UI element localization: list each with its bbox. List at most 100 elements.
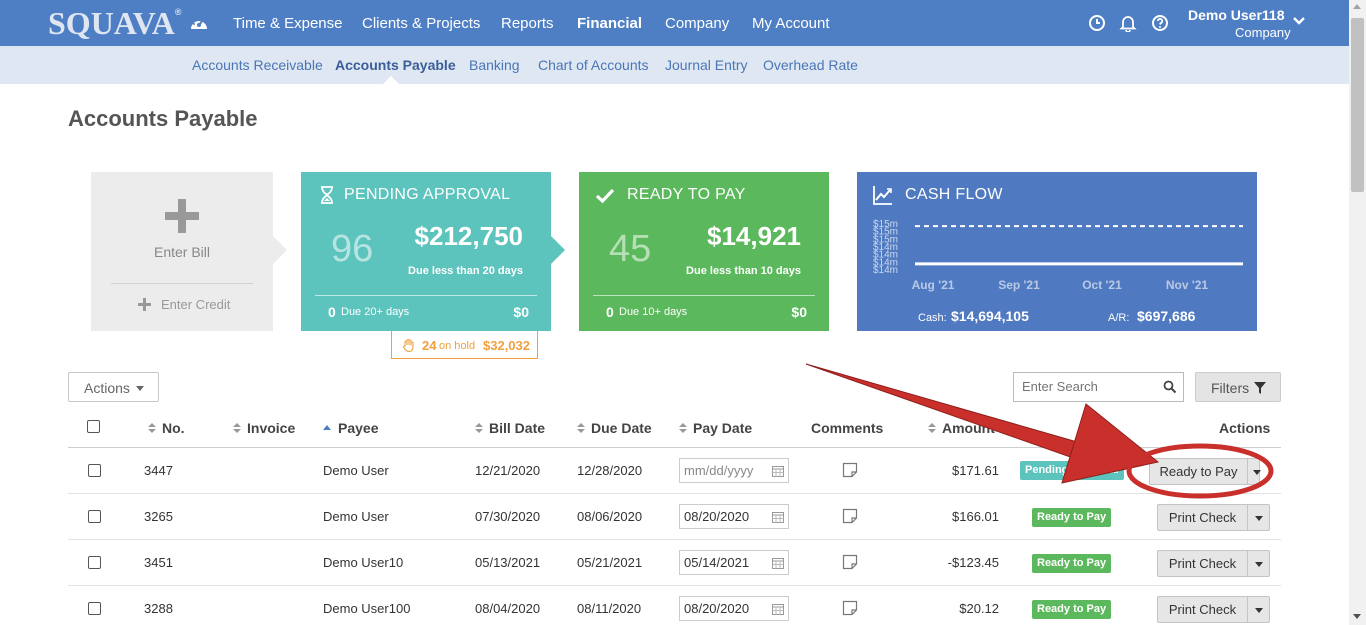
print-check-button[interactable]: Print Check [1157, 596, 1270, 623]
caret-down-icon[interactable] [1255, 516, 1263, 521]
nav-financial[interactable]: Financial [577, 15, 642, 32]
table-row[interactable]: 3447 Demo User 12/21/2020 12/28/2020 mm/… [68, 448, 1281, 494]
calendar-icon[interactable] [772, 511, 784, 523]
help-icon[interactable] [1151, 14, 1169, 32]
sort-icon [233, 423, 241, 434]
column-header-due-date[interactable]: Due Date [577, 420, 652, 436]
action-label: Ready to Pay [1159, 464, 1238, 479]
caret-down-icon[interactable] [1255, 562, 1263, 567]
pay-date-input[interactable]: 05/14/2021 [679, 550, 789, 575]
calendar-icon[interactable] [772, 557, 784, 569]
subnav-accounts-receivable[interactable]: Accounts Receivable [192, 57, 323, 73]
ready-to-pay-button[interactable]: Ready to Pay [1149, 458, 1261, 485]
pending-divider [315, 295, 537, 296]
enter-bill-pointer [273, 236, 287, 264]
print-check-button[interactable]: Print Check [1157, 550, 1270, 577]
column-header-bill-date[interactable]: Bill Date [475, 420, 545, 436]
row-checkbox[interactable] [88, 556, 101, 569]
nav-reports[interactable]: Reports [501, 15, 554, 32]
enter-credit-link[interactable]: Enter Credit [161, 297, 230, 312]
nav-my-account[interactable]: My Account [752, 15, 830, 32]
page-scrollbar[interactable] [1349, 0, 1366, 625]
ready-title: READY TO PAY [627, 186, 746, 203]
comment-note-icon[interactable] [842, 600, 858, 616]
enter-bill-label[interactable]: Enter Bill [91, 244, 273, 260]
enter-bill-card[interactable]: Enter Bill Enter Credit [91, 172, 273, 331]
calendar-icon[interactable] [772, 603, 784, 615]
column-header-no[interactable]: No. [148, 420, 185, 436]
status-badge: Pending Approval [1020, 461, 1124, 480]
speedometer-icon[interactable] [189, 14, 209, 32]
on-hold-tab[interactable]: 24 on hold $32,032 [391, 331, 538, 359]
subnav-overhead-rate[interactable]: Overhead Rate [763, 57, 858, 73]
comment-note-icon[interactable] [842, 508, 858, 524]
column-label-invoice: Invoice [247, 420, 296, 436]
calendar-icon[interactable] [772, 465, 784, 477]
subnav-banking[interactable]: Banking [469, 57, 520, 73]
column-header-payee[interactable]: Payee [323, 420, 378, 436]
action-label: Print Check [1168, 510, 1237, 525]
subnav-journal-entry[interactable]: Journal Entry [665, 57, 747, 73]
nav-time-expense[interactable]: Time & Expense [233, 15, 343, 32]
column-header-invoice[interactable]: Invoice [233, 420, 295, 436]
pay-date-value: 05/14/2021 [684, 555, 750, 570]
user-company[interactable]: Company [1235, 25, 1291, 40]
scroll-up-arrow-icon[interactable] [1353, 4, 1361, 9]
search-input[interactable] [1022, 379, 1162, 394]
row-checkbox[interactable] [88, 510, 101, 523]
cell-due-date: 08/06/2020 [577, 509, 643, 524]
cash-flow-title: CASH FLOW [905, 186, 1003, 203]
column-label-payee: Payee [338, 420, 379, 436]
column-header-pay-date[interactable]: Pay Date [679, 420, 752, 436]
ready-to-pay-card[interactable]: READY TO PAY 45 $14,921 Due less than 10… [579, 172, 829, 331]
hourglass-icon [321, 186, 333, 204]
split-divider [1247, 597, 1248, 622]
column-label-bill-date: Bill Date [489, 420, 546, 436]
sort-icon [679, 423, 687, 434]
cash-flow-card[interactable]: CASH FLOW $15m $15m $15m $14m $14m $14m $14m Au… [857, 172, 1257, 331]
row-checkbox[interactable] [88, 602, 101, 615]
top-nav-bar: SQUAVA® Time & Expense Clients & Project… [0, 0, 1349, 46]
actions-dropdown-button[interactable]: Actions [68, 372, 159, 402]
column-header-amount[interactable]: Amount [928, 420, 995, 436]
cell-no: 3451 [144, 555, 173, 570]
scroll-thumb[interactable] [1351, 18, 1364, 192]
print-check-button[interactable]: Print Check [1157, 504, 1270, 531]
user-name[interactable]: Demo User118 [1188, 7, 1285, 23]
squava-logo[interactable]: SQUAVA® [48, 5, 182, 42]
search-box[interactable] [1013, 372, 1184, 402]
table-row[interactable]: 3265 Demo User 07/30/2020 08/06/2020 08/… [68, 494, 1281, 540]
caret-down-icon[interactable] [1253, 470, 1261, 475]
caret-down-icon[interactable] [1255, 608, 1263, 613]
x-tick-label: Oct '21 [1082, 278, 1122, 292]
enter-bill-divider [111, 283, 253, 284]
status-badge: Ready to Pay [1032, 554, 1112, 573]
comment-note-icon[interactable] [842, 554, 858, 570]
subnav-chart-of-accounts[interactable]: Chart of Accounts [538, 57, 649, 73]
column-header-actions: Actions [1219, 420, 1271, 436]
search-icon[interactable] [1163, 380, 1177, 394]
clock-icon[interactable] [1088, 14, 1106, 32]
table-row[interactable]: 3288 Demo User100 08/04/2020 08/11/2020 … [68, 586, 1281, 625]
pay-date-input[interactable]: 08/20/2020 [679, 596, 789, 621]
row-checkbox[interactable] [88, 464, 101, 477]
select-all-checkbox[interactable] [87, 420, 100, 433]
pay-date-input[interactable]: mm/dd/yyyy [679, 458, 789, 483]
subnav-accounts-payable[interactable]: Accounts Payable [335, 57, 456, 73]
bell-icon[interactable] [1119, 14, 1137, 32]
hand-icon [402, 338, 414, 352]
nav-company[interactable]: Company [665, 15, 729, 32]
nav-clients-projects[interactable]: Clients & Projects [362, 15, 480, 32]
pending-approval-card[interactable]: PENDING APPROVAL 96 $212,750 Due less th… [301, 172, 551, 331]
cash-label: Cash: [918, 312, 947, 324]
pay-date-input[interactable]: 08/20/2020 [679, 504, 789, 529]
ready-foot-count: 0 [606, 304, 614, 320]
column-label-pay-date: Pay Date [693, 420, 753, 436]
chevron-down-icon[interactable] [1292, 16, 1306, 26]
sort-icon [928, 423, 936, 434]
line-chart-icon [873, 186, 892, 205]
filters-button[interactable]: Filters [1195, 372, 1281, 402]
table-row[interactable]: 3451 Demo User10 05/13/2021 05/21/2021 0… [68, 540, 1281, 586]
scroll-down-arrow-icon[interactable] [1353, 614, 1361, 619]
comment-note-icon[interactable] [842, 462, 858, 478]
